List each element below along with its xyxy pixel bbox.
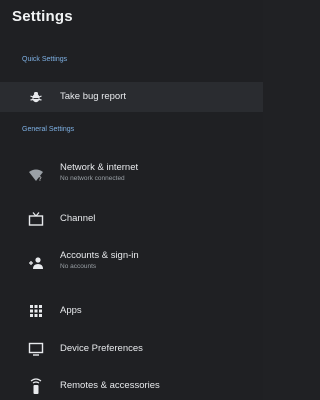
apps-grid-icon xyxy=(26,301,46,321)
page-title: Settings xyxy=(12,8,73,25)
add-account-icon xyxy=(26,253,46,273)
section-header-general-settings: General Settings xyxy=(22,126,75,133)
menu-item-text: Accounts & sign-in No accounts xyxy=(60,250,139,271)
menu-item-label: Take bug report xyxy=(60,91,127,102)
menu-item-apps[interactable]: Apps xyxy=(0,296,263,326)
menu-item-text: Network & internet No network connected xyxy=(60,162,138,183)
menu-item-device-preferences[interactable]: Device Preferences xyxy=(0,334,263,364)
menu-item-text: Apps xyxy=(60,305,82,317)
section-header-quick-settings: Quick Settings xyxy=(22,56,68,63)
menu-item-channel[interactable]: Channel xyxy=(0,204,263,234)
settings-panel: Settings Quick Settings Take bug report … xyxy=(0,0,263,400)
wifi-question-icon: ? xyxy=(26,165,46,185)
menu-item-text: Device Preferences xyxy=(60,343,143,355)
menu-item-label: Device Preferences xyxy=(60,343,143,354)
monitor-icon xyxy=(26,339,46,359)
menu-item-sublabel: No network connected xyxy=(60,175,125,182)
svg-text:?: ? xyxy=(39,176,42,182)
menu-item-text: Take bug report xyxy=(60,91,126,103)
menu-item-label: Network & internet xyxy=(60,162,139,173)
menu-item-label: Apps xyxy=(60,305,82,316)
menu-item-network-internet[interactable]: ? Network & internet No network connecte… xyxy=(0,158,263,192)
menu-item-label: Channel xyxy=(60,213,96,224)
menu-item-sublabel: No accounts xyxy=(60,263,97,270)
menu-item-remotes-accessories[interactable]: Remotes & accessories xyxy=(0,372,263,400)
menu-item-label: Accounts & sign-in xyxy=(60,250,139,261)
menu-item-take-bug-report[interactable]: Take bug report xyxy=(0,82,263,112)
remote-icon xyxy=(26,376,46,396)
menu-item-text: Remotes & accessories xyxy=(60,380,160,392)
menu-item-text: Channel xyxy=(60,213,95,225)
bug-icon xyxy=(26,87,46,107)
tv-icon xyxy=(26,209,46,229)
menu-item-accounts-sign-in[interactable]: Accounts & sign-in No accounts xyxy=(0,246,263,280)
menu-item-label: Remotes & accessories xyxy=(60,380,160,391)
